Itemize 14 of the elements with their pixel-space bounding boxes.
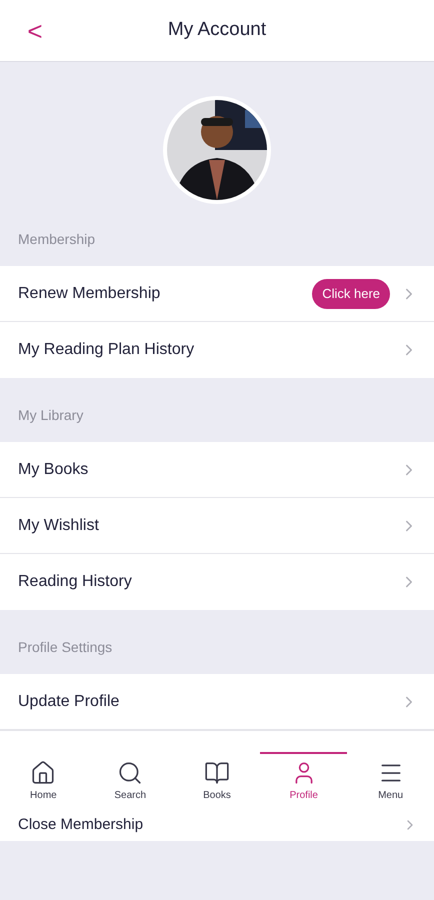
search-icon — [117, 760, 144, 786]
section-heading: My Library — [18, 407, 84, 423]
nav-tab[interactable]: Books — [174, 752, 260, 809]
section-heading: Profile Settings — [18, 639, 112, 655]
nav-tab[interactable]: Search — [86, 752, 174, 809]
home-icon — [30, 760, 56, 786]
click-here-button[interactable]: Click here — [312, 278, 390, 308]
row-label[interactable]: Renew Membership — [18, 282, 312, 306]
nav-tab[interactable]: Home — [0, 752, 87, 809]
nav-tab[interactable]: Menu — [347, 752, 434, 809]
book-icon — [204, 760, 230, 786]
section-heading: Membership — [18, 231, 96, 247]
page-title: My Account — [166, 18, 268, 42]
back-button[interactable]: < — [20, 18, 50, 44]
